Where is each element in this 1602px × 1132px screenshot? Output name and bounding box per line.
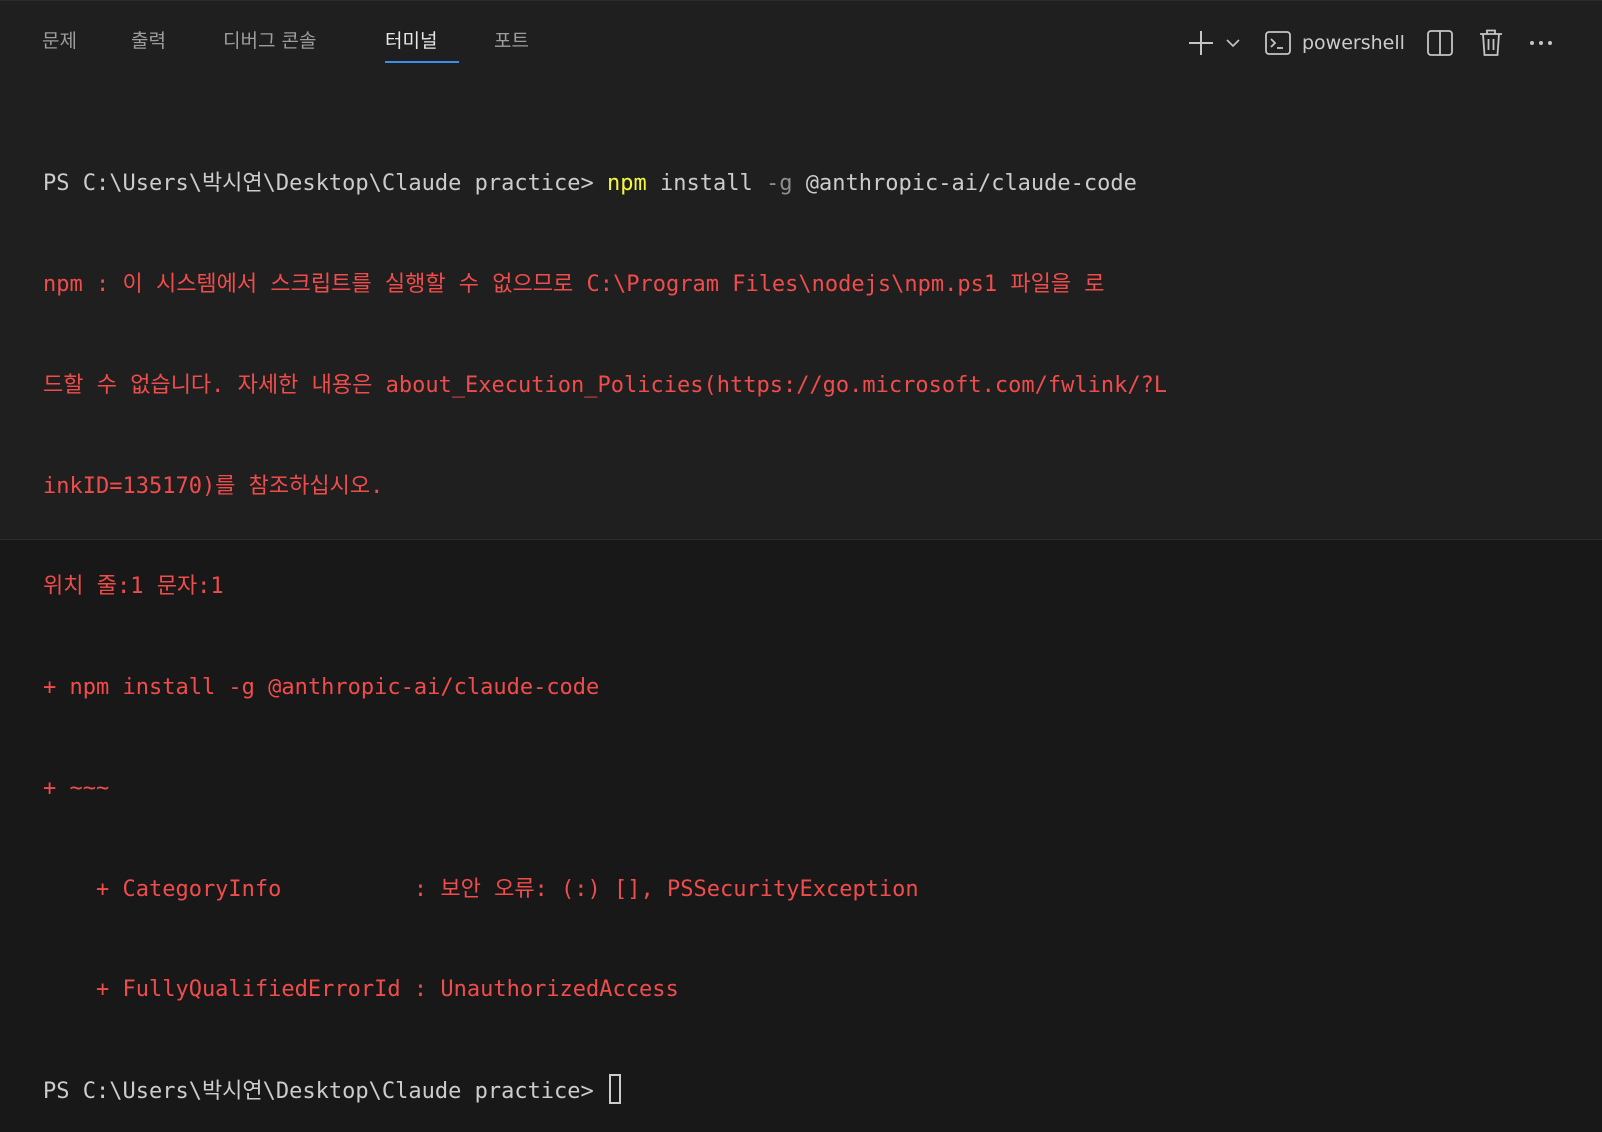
error-line: 위치 줄:1 문자:1 — [43, 574, 224, 600]
new-terminal-button[interactable] — [1184, 23, 1218, 63]
command-subcommand: install — [646, 171, 767, 197]
command-package: @anthropic-ai/claude-code — [792, 171, 1137, 197]
command-flag: -g — [766, 171, 793, 197]
text-cursor — [609, 1074, 622, 1105]
error-line: + FullyQualifiedErrorId : UnauthorizedAc… — [43, 977, 679, 1003]
chevron-down-icon — [1226, 39, 1240, 48]
kill-terminal-button[interactable] — [1474, 23, 1508, 63]
error-line: + CategoryInfo : 보안 오류: (:) [], PSSecuri… — [43, 876, 919, 902]
terminal-toolbar: powershell — [0, 23, 1602, 63]
error-line: npm : 이 시스템에서 스크립트를 실행할 수 없으므로 C:\Progra… — [43, 271, 1105, 297]
terminal-icon — [1265, 31, 1291, 55]
trash-icon — [1480, 29, 1502, 56]
split-panel-icon — [1427, 30, 1453, 56]
more-actions-button[interactable] — [1524, 23, 1558, 63]
error-line: 드할 수 없습니다. 자세한 내용은 about_Execution_Polic… — [43, 372, 1168, 398]
plus-icon — [1189, 31, 1213, 55]
command-name: npm — [607, 171, 647, 197]
command-line: PS C:\Users\박시연\Desktop\Claude practice>… — [43, 167, 1167, 201]
terminal-output[interactable]: PS C:\Users\박시연\Desktop\Claude practice>… — [43, 100, 1167, 1132]
ellipsis-icon — [1530, 41, 1552, 45]
prompt: PS C:\Users\박시연\Desktop\Claude practice> — [43, 171, 608, 197]
error-line: + npm install -g @anthropic-ai/claude-co… — [43, 675, 600, 701]
terminal-panel: 문제 출력 디버그 콘솔 터미널 포트 powershell PS C:\Use… — [0, 0, 1602, 1105]
panel-tab-bar: 문제 출력 디버그 콘솔 터미널 포트 powershell — [0, 1, 1602, 69]
current-prompt-line: PS C:\Users\박시연\Desktop\Claude practice> — [43, 1074, 1167, 1108]
prompt: PS C:\Users\박시연\Desktop\Claude practice> — [43, 1079, 608, 1105]
launch-profile-dropdown[interactable] — [1222, 23, 1244, 63]
active-shell-label[interactable]: powershell — [1302, 23, 1405, 63]
error-line: inkID=135170)를 참조하십시오. — [43, 473, 384, 499]
status-strip — [0, 540, 1602, 566]
split-terminal-button[interactable] — [1423, 23, 1457, 63]
error-line: + ~~~ — [43, 775, 110, 801]
terminal-shell-icon-button[interactable] — [1262, 23, 1294, 63]
